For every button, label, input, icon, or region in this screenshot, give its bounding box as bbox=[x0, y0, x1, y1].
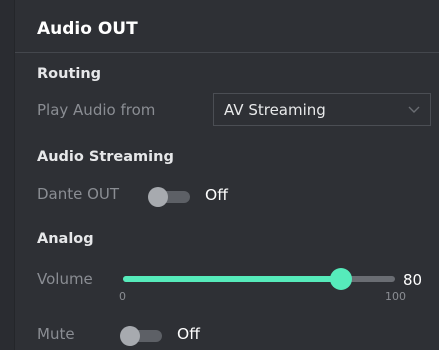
volume-label: Volume bbox=[37, 270, 93, 288]
volume-max-label: 100 bbox=[385, 290, 406, 303]
play-audio-from-value: AV Streaming bbox=[224, 101, 326, 119]
volume-slider[interactable] bbox=[123, 267, 395, 291]
volume-slider-fill bbox=[123, 276, 341, 282]
volume-value: 80 bbox=[403, 271, 423, 289]
play-audio-from-label: Play Audio from bbox=[37, 101, 156, 119]
play-audio-from-select[interactable]: AV Streaming bbox=[213, 93, 431, 126]
dante-out-label: Dante OUT bbox=[37, 185, 120, 203]
volume-slider-thumb[interactable] bbox=[329, 268, 352, 290]
dante-out-state: Off bbox=[205, 186, 228, 204]
dante-out-toggle-knob bbox=[148, 187, 168, 207]
mute-label: Mute bbox=[37, 325, 75, 343]
dante-out-toggle[interactable] bbox=[148, 187, 192, 207]
audio-streaming-section-title: Audio Streaming bbox=[37, 149, 174, 165]
mute-toggle[interactable] bbox=[120, 326, 164, 346]
chevron-down-icon bbox=[408, 106, 420, 113]
audio-out-panel: Audio OUT Routing Play Audio from AV Str… bbox=[14, 0, 439, 350]
mute-toggle-knob bbox=[120, 326, 140, 346]
volume-min-label: 0 bbox=[119, 290, 126, 303]
mute-state: Off bbox=[177, 325, 200, 343]
analog-section-title: Analog bbox=[37, 231, 94, 247]
panel-title: Audio OUT bbox=[37, 19, 138, 39]
panel-header: Audio OUT bbox=[15, 0, 439, 53]
routing-section-title: Routing bbox=[37, 66, 102, 82]
